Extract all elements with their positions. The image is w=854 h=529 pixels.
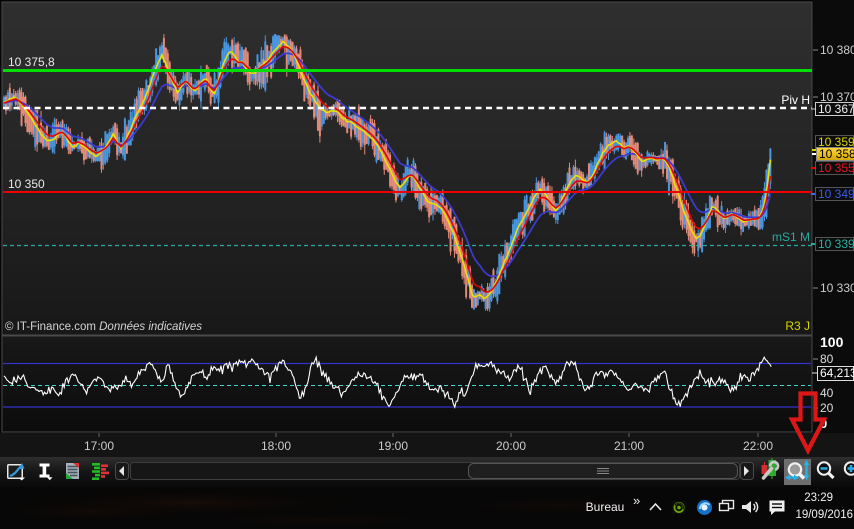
svg-text:mS1 M: mS1 M xyxy=(772,230,810,244)
svg-text:Piv H: Piv H xyxy=(781,93,810,107)
svg-text:10 380: 10 380 xyxy=(820,43,854,57)
svg-text:19:00: 19:00 xyxy=(378,439,408,453)
svg-text:© IT-Finance.com Données indic: © IT-Finance.com Données indicatives xyxy=(5,321,202,333)
svg-text:10 349,: 10 349, xyxy=(818,187,854,201)
svg-text:21:00: 21:00 xyxy=(614,439,644,453)
svg-text:10 339,: 10 339, xyxy=(818,237,854,251)
svg-text:100: 100 xyxy=(820,334,844,350)
svg-text:10 350: 10 350 xyxy=(8,177,45,191)
svg-text:23:29: 23:29 xyxy=(804,492,833,504)
svg-text:R3 J: R3 J xyxy=(785,319,810,333)
svg-text:80: 80 xyxy=(820,352,834,366)
svg-text:19/09/2016: 19/09/2016 xyxy=(795,509,853,521)
svg-text:10 355,: 10 355, xyxy=(818,161,854,175)
svg-text:17:00: 17:00 xyxy=(84,439,114,453)
svg-text:10 375,8: 10 375,8 xyxy=(8,55,55,69)
svg-text:20: 20 xyxy=(820,401,834,415)
svg-text:18:00: 18:00 xyxy=(261,439,291,453)
svg-text:20:00: 20:00 xyxy=(496,439,526,453)
svg-text:Bureau: Bureau xyxy=(586,500,625,514)
svg-text:10 330: 10 330 xyxy=(820,281,854,295)
svg-text:22:00: 22:00 xyxy=(743,439,773,453)
svg-text:»: » xyxy=(633,493,640,508)
svg-text:10 367,: 10 367, xyxy=(818,102,854,116)
svg-text:40: 40 xyxy=(820,386,834,400)
svg-text:64,213: 64,213 xyxy=(820,366,854,380)
svg-text:10 358,: 10 358, xyxy=(819,147,854,161)
